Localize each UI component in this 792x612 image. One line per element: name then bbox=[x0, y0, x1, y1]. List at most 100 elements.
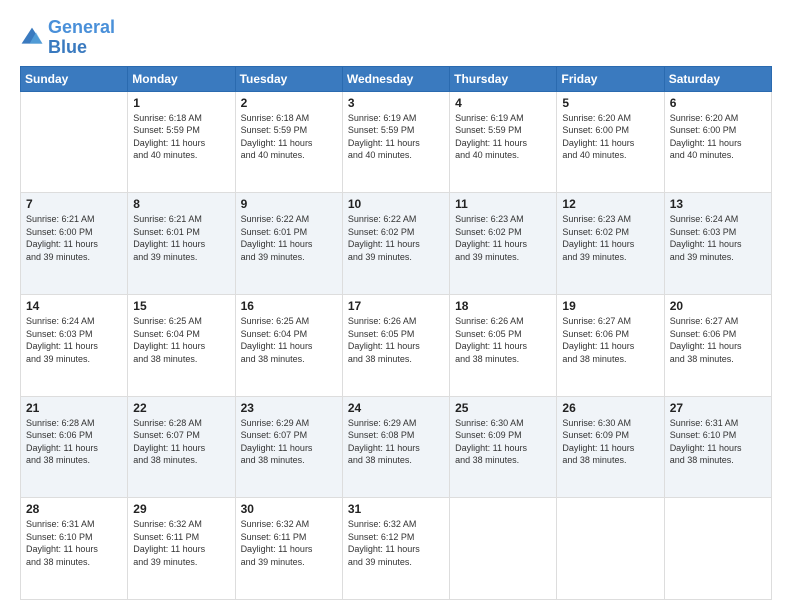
calendar-header-cell: Monday bbox=[128, 66, 235, 91]
cell-info: Sunrise: 6:32 AM Sunset: 6:11 PM Dayligh… bbox=[241, 518, 337, 568]
day-number: 4 bbox=[455, 96, 551, 110]
cell-info: Sunrise: 6:21 AM Sunset: 6:01 PM Dayligh… bbox=[133, 213, 229, 263]
cell-info: Sunrise: 6:19 AM Sunset: 5:59 PM Dayligh… bbox=[455, 112, 551, 162]
day-number: 21 bbox=[26, 401, 122, 415]
calendar-cell: 3 Sunrise: 6:19 AM Sunset: 5:59 PM Daylig… bbox=[342, 91, 449, 193]
day-number: 17 bbox=[348, 299, 444, 313]
day-number: 13 bbox=[670, 197, 766, 211]
cell-info: Sunrise: 6:20 AM Sunset: 6:00 PM Dayligh… bbox=[670, 112, 766, 162]
calendar-cell: 20Sunrise: 6:27 AM Sunset: 6:06 PM Dayli… bbox=[664, 294, 771, 396]
cell-info: Sunrise: 6:25 AM Sunset: 6:04 PM Dayligh… bbox=[133, 315, 229, 365]
cell-info: Sunrise: 6:28 AM Sunset: 6:06 PM Dayligh… bbox=[26, 417, 122, 467]
day-number: 9 bbox=[241, 197, 337, 211]
calendar-body: 1 Sunrise: 6:18 AM Sunset: 5:59 PM Daylig… bbox=[21, 91, 772, 599]
day-number: 2 bbox=[241, 96, 337, 110]
calendar-week-row: 7Sunrise: 6:21 AM Sunset: 6:00 PM Daylig… bbox=[21, 193, 772, 295]
calendar-header-cell: Friday bbox=[557, 66, 664, 91]
calendar-cell: 31 Sunrise: 6:32 AM Sunset: 6:12 PM Dayli… bbox=[342, 498, 449, 600]
calendar-header-cell: Sunday bbox=[21, 66, 128, 91]
calendar-table: SundayMondayTuesdayWednesdayThursdayFrid… bbox=[20, 66, 772, 600]
calendar-header-row: SundayMondayTuesdayWednesdayThursdayFrid… bbox=[21, 66, 772, 91]
day-number: 27 bbox=[670, 401, 766, 415]
logo: GeneralBlue bbox=[20, 18, 115, 58]
day-number: 10 bbox=[348, 197, 444, 211]
calendar-week-row: 21 Sunrise: 6:28 AM Sunset: 6:06 PM Dayli… bbox=[21, 396, 772, 498]
calendar-cell: 10Sunrise: 6:22 AM Sunset: 6:02 PM Dayli… bbox=[342, 193, 449, 295]
logo-text: GeneralBlue bbox=[48, 18, 115, 58]
calendar-cell: 22 Sunrise: 6:28 AM Sunset: 6:07 PM Dayli… bbox=[128, 396, 235, 498]
calendar-cell: 24Sunrise: 6:29 AM Sunset: 6:08 PM Dayli… bbox=[342, 396, 449, 498]
cell-info: Sunrise: 6:32 AM Sunset: 6:11 PM Dayligh… bbox=[133, 518, 229, 568]
calendar-cell bbox=[664, 498, 771, 600]
cell-info: Sunrise: 6:31 AM Sunset: 6:10 PM Dayligh… bbox=[670, 417, 766, 467]
cell-info: Sunrise: 6:23 AM Sunset: 6:02 PM Dayligh… bbox=[455, 213, 551, 263]
day-number: 14 bbox=[26, 299, 122, 313]
cell-info: Sunrise: 6:32 AM Sunset: 6:12 PM Dayligh… bbox=[348, 518, 444, 568]
calendar-cell: 4 Sunrise: 6:19 AM Sunset: 5:59 PM Daylig… bbox=[450, 91, 557, 193]
day-number: 11 bbox=[455, 197, 551, 211]
cell-info: Sunrise: 6:30 AM Sunset: 6:09 PM Dayligh… bbox=[562, 417, 658, 467]
calendar-cell: 25Sunrise: 6:30 AM Sunset: 6:09 PM Dayli… bbox=[450, 396, 557, 498]
cell-info: Sunrise: 6:20 AM Sunset: 6:00 PM Dayligh… bbox=[562, 112, 658, 162]
cell-info: Sunrise: 6:22 AM Sunset: 6:01 PM Dayligh… bbox=[241, 213, 337, 263]
cell-info: Sunrise: 6:26 AM Sunset: 6:05 PM Dayligh… bbox=[455, 315, 551, 365]
calendar-cell: 18 Sunrise: 6:26 AM Sunset: 6:05 PM Dayli… bbox=[450, 294, 557, 396]
day-number: 30 bbox=[241, 502, 337, 516]
cell-info: Sunrise: 6:29 AM Sunset: 6:08 PM Dayligh… bbox=[348, 417, 444, 467]
cell-info: Sunrise: 6:26 AM Sunset: 6:05 PM Dayligh… bbox=[348, 315, 444, 365]
day-number: 12 bbox=[562, 197, 658, 211]
day-number: 28 bbox=[26, 502, 122, 516]
calendar-cell: 9 Sunrise: 6:22 AM Sunset: 6:01 PM Daylig… bbox=[235, 193, 342, 295]
calendar-header-cell: Tuesday bbox=[235, 66, 342, 91]
cell-info: Sunrise: 6:24 AM Sunset: 6:03 PM Dayligh… bbox=[670, 213, 766, 263]
day-number: 5 bbox=[562, 96, 658, 110]
cell-info: Sunrise: 6:19 AM Sunset: 5:59 PM Dayligh… bbox=[348, 112, 444, 162]
calendar-cell bbox=[557, 498, 664, 600]
cell-info: Sunrise: 6:23 AM Sunset: 6:02 PM Dayligh… bbox=[562, 213, 658, 263]
calendar-cell: 5 Sunrise: 6:20 AM Sunset: 6:00 PM Daylig… bbox=[557, 91, 664, 193]
calendar-cell bbox=[21, 91, 128, 193]
calendar-cell: 6 Sunrise: 6:20 AM Sunset: 6:00 PM Daylig… bbox=[664, 91, 771, 193]
calendar-week-row: 28 Sunrise: 6:31 AM Sunset: 6:10 PM Dayli… bbox=[21, 498, 772, 600]
day-number: 6 bbox=[670, 96, 766, 110]
day-number: 15 bbox=[133, 299, 229, 313]
calendar-cell: 30 Sunrise: 6:32 AM Sunset: 6:11 PM Dayli… bbox=[235, 498, 342, 600]
day-number: 16 bbox=[241, 299, 337, 313]
calendar-cell: 19Sunrise: 6:27 AM Sunset: 6:06 PM Dayli… bbox=[557, 294, 664, 396]
header: GeneralBlue bbox=[20, 18, 772, 58]
day-number: 8 bbox=[133, 197, 229, 211]
day-number: 22 bbox=[133, 401, 229, 415]
calendar-cell: 16 Sunrise: 6:25 AM Sunset: 6:04 PM Dayli… bbox=[235, 294, 342, 396]
day-number: 7 bbox=[26, 197, 122, 211]
calendar-cell: 8 Sunrise: 6:21 AM Sunset: 6:01 PM Daylig… bbox=[128, 193, 235, 295]
calendar-cell: 27 Sunrise: 6:31 AM Sunset: 6:10 PM Dayli… bbox=[664, 396, 771, 498]
day-number: 31 bbox=[348, 502, 444, 516]
day-number: 19 bbox=[562, 299, 658, 313]
cell-info: Sunrise: 6:24 AM Sunset: 6:03 PM Dayligh… bbox=[26, 315, 122, 365]
calendar-cell: 28 Sunrise: 6:31 AM Sunset: 6:10 PM Dayli… bbox=[21, 498, 128, 600]
calendar-week-row: 1 Sunrise: 6:18 AM Sunset: 5:59 PM Daylig… bbox=[21, 91, 772, 193]
calendar-cell: 7Sunrise: 6:21 AM Sunset: 6:00 PM Daylig… bbox=[21, 193, 128, 295]
page: GeneralBlue SundayMondayTuesdayWednesday… bbox=[0, 0, 792, 612]
cell-info: Sunrise: 6:28 AM Sunset: 6:07 PM Dayligh… bbox=[133, 417, 229, 467]
calendar-cell: 11 Sunrise: 6:23 AM Sunset: 6:02 PM Dayli… bbox=[450, 193, 557, 295]
day-number: 23 bbox=[241, 401, 337, 415]
cell-info: Sunrise: 6:18 AM Sunset: 5:59 PM Dayligh… bbox=[241, 112, 337, 162]
calendar-cell bbox=[450, 498, 557, 600]
day-number: 1 bbox=[133, 96, 229, 110]
cell-info: Sunrise: 6:25 AM Sunset: 6:04 PM Dayligh… bbox=[241, 315, 337, 365]
day-number: 29 bbox=[133, 502, 229, 516]
calendar-cell: 23Sunrise: 6:29 AM Sunset: 6:07 PM Dayli… bbox=[235, 396, 342, 498]
calendar-cell: 2 Sunrise: 6:18 AM Sunset: 5:59 PM Daylig… bbox=[235, 91, 342, 193]
cell-info: Sunrise: 6:31 AM Sunset: 6:10 PM Dayligh… bbox=[26, 518, 122, 568]
calendar-header-cell: Wednesday bbox=[342, 66, 449, 91]
calendar-cell: 26Sunrise: 6:30 AM Sunset: 6:09 PM Dayli… bbox=[557, 396, 664, 498]
logo-icon bbox=[20, 26, 44, 50]
day-number: 18 bbox=[455, 299, 551, 313]
day-number: 3 bbox=[348, 96, 444, 110]
day-number: 20 bbox=[670, 299, 766, 313]
calendar-cell: 14 Sunrise: 6:24 AM Sunset: 6:03 PM Dayli… bbox=[21, 294, 128, 396]
calendar-header-cell: Saturday bbox=[664, 66, 771, 91]
calendar-cell: 12 Sunrise: 6:23 AM Sunset: 6:02 PM Dayli… bbox=[557, 193, 664, 295]
calendar-cell: 21 Sunrise: 6:28 AM Sunset: 6:06 PM Dayli… bbox=[21, 396, 128, 498]
